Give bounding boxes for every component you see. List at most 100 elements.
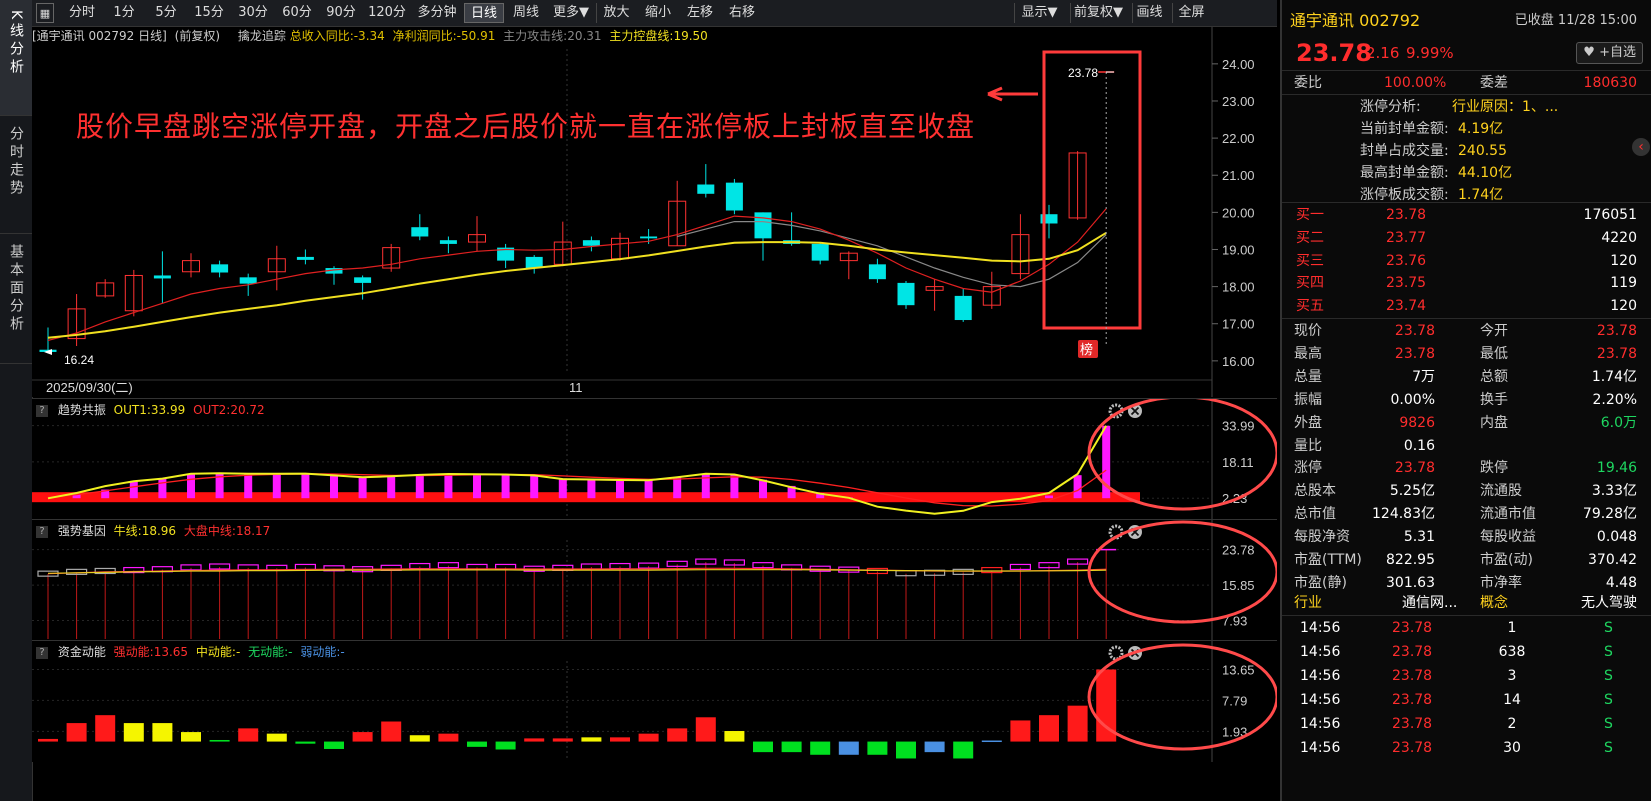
annotation-arrow-icon <box>987 86 1038 102</box>
chevron-left-icon[interactable]: ‹ <box>1632 138 1650 156</box>
industry-value[interactable]: 通信网... <box>1402 592 1457 615</box>
candle-body <box>897 282 915 306</box>
money-momentum-panel[interactable]: ? 资金动能 强动能:13.65 中动能:- 无动能:- 弱动能:- 13.65… <box>32 640 1277 762</box>
toolbar-right-item[interactable]: 全屏 <box>1172 3 1210 23</box>
strong-gene-panel[interactable]: ? 强势基因 牛线:18.96 大盘中线:18.17 23.78 15.85 7.9… <box>32 519 1277 640</box>
money-bar <box>695 717 716 742</box>
toolbar-item[interactable]: 1分 <box>104 3 144 23</box>
stat-value: 2.20% <box>1592 391 1637 408</box>
quote-panel: 通宇通讯 002792 已收盘 11/28 15:00 23.78 2.16 9… <box>1280 0 1651 801</box>
money-bar <box>552 738 573 742</box>
money-canvas[interactable]: 13.657.791.93 <box>32 641 1277 762</box>
strong-canvas[interactable]: 23.7815.857.93 <box>32 520 1277 640</box>
tick-volume: 14 <box>1503 692 1521 708</box>
bid-level-label: 买三 <box>1296 252 1324 269</box>
toolbar-item[interactable]: 分时 <box>62 3 102 23</box>
trend-resonance-panel[interactable]: ? 趋势共振 OUT1:33.99 OUT2:20.72 33.99 18.11 2… <box>32 398 1277 519</box>
bid-row[interactable]: 买四 23.75 119 <box>1282 272 1651 295</box>
bid-volume: 120 <box>1610 252 1637 269</box>
bid-price: 23.77 <box>1386 229 1427 246</box>
kline-chart-panel[interactable]: [通宇通讯 002792 日线] (前复权) 擒龙追踪 总收入同比:-3.34 … <box>32 27 1277 397</box>
ma-grey <box>677 221 1107 288</box>
ma-red <box>47 208 1107 341</box>
trend-bar <box>187 474 195 499</box>
trend-bar <box>244 473 253 499</box>
tick-price: 23.78 <box>1392 644 1433 660</box>
tick-side: S <box>1604 692 1613 708</box>
stat-value: 1.74亿 <box>1591 368 1637 385</box>
stat-value: 23.78 <box>1394 460 1435 477</box>
tick-side: S <box>1604 620 1613 636</box>
stat-value: 0.048 <box>1596 529 1637 546</box>
toolbar-item[interactable]: 多分钟 <box>412 3 462 23</box>
stat-label: 今开 <box>1480 323 1508 339</box>
toolbar-right-item[interactable]: 显示▼ <box>1014 3 1064 23</box>
stat-label: 每股净资 <box>1294 529 1350 546</box>
date-left: 2025/09/30(二) <box>46 380 133 395</box>
axis-tick-label: 18.11 <box>1222 455 1254 470</box>
bid-row[interactable]: 买二 23.77 4220 <box>1282 227 1651 250</box>
price-tick-label: 16.00 <box>1222 354 1255 369</box>
max-price-label: 23.78 <box>1068 66 1098 80</box>
toolbar-item[interactable]: 更多▼ <box>548 3 594 23</box>
toolbar-item[interactable]: 60分 <box>276 3 318 23</box>
stat-value: 23.78 <box>1596 323 1637 339</box>
toolbar-item[interactable]: 左移 <box>680 3 720 23</box>
toolbar-item[interactable]: 日线 <box>464 3 504 23</box>
toolbar-item[interactable]: 90分 <box>320 3 362 23</box>
money-bar <box>181 732 201 742</box>
money-bar <box>1039 715 1059 742</box>
toolbar-item[interactable]: 15分 <box>188 3 230 23</box>
zt-reason[interactable]: 行业原因：1、... <box>1452 96 1558 119</box>
bid-row[interactable]: 买三 23.76 120 <box>1282 250 1651 273</box>
stat-value: 19.46 <box>1596 460 1637 477</box>
trend-bar <box>415 475 424 499</box>
zt-row-value: 44.10亿 <box>1458 165 1513 181</box>
candle-body <box>411 227 429 237</box>
candle-body <box>211 264 229 273</box>
price-change-pct: 9.99% <box>1406 44 1454 62</box>
nav-fundamentals[interactable]: 基本面分析 <box>0 234 32 364</box>
toolbar-right-item[interactable]: 画线 <box>1132 3 1166 23</box>
money-bar <box>781 741 802 753</box>
stat-value: 0.00% <box>1390 391 1435 408</box>
toolbar-item[interactable]: 30分 <box>232 3 274 23</box>
stat-row: 每股净资 5.31 每股收益 0.048 <box>1282 526 1651 549</box>
money-bar <box>810 741 831 755</box>
toolbar-right-item[interactable]: 前复权▼ <box>1070 3 1126 23</box>
price-change: 2.16 <box>1366 44 1400 62</box>
money-bar <box>467 741 487 747</box>
toolbar-item[interactable]: 5分 <box>146 3 186 23</box>
trend-bar <box>473 474 481 499</box>
kline-canvas[interactable]: 24.00 23.00 22.00 21.00 20.00 19.00 18.00 17.00… <box>32 27 1277 397</box>
concept-value[interactable]: 无人驾驶 <box>1581 592 1637 615</box>
toolbar-item[interactable]: 放大 <box>596 3 636 23</box>
weicha-label: 委差 <box>1480 75 1508 91</box>
stat-label: 振幅 <box>1294 391 1322 408</box>
toolbar-item[interactable]: 120分 <box>364 3 410 23</box>
money-bar <box>724 731 745 742</box>
trend-canvas[interactable]: 33.9918.112.23 <box>32 399 1277 519</box>
grid-menu-icon[interactable]: ▦ <box>36 3 54 23</box>
money-bar <box>209 739 230 742</box>
add-favorite-label: +自选 <box>1599 45 1636 60</box>
trade-tick-row: 14:56 23.78 3 S <box>1282 665 1651 688</box>
nav-label: 基本面分析 <box>8 244 24 334</box>
add-favorite-button[interactable]: ♥ +自选 <box>1576 42 1643 64</box>
money-bar <box>924 741 945 753</box>
bid-row[interactable]: 买五 23.74 120 <box>1282 295 1651 318</box>
toolbar-item[interactable]: 周线 <box>506 3 546 23</box>
bid-row[interactable]: 买一 23.78 176051 <box>1282 204 1651 227</box>
toolbar-item[interactable]: 右移 <box>722 3 762 23</box>
nav-kline-analysis[interactable]: K线分析 <box>0 0 32 116</box>
stat-value: 0.16 <box>1403 437 1435 454</box>
date-mid: 11 <box>569 380 583 395</box>
highlight-ellipse <box>1087 643 1277 751</box>
trend-bar <box>558 478 567 499</box>
zt-row: 最高封单金额: 44.10亿 <box>1282 162 1651 185</box>
toolbar-item[interactable]: 缩小 <box>638 3 678 23</box>
money-bar <box>38 738 58 742</box>
nav-intraday[interactable]: 分时走势 <box>0 116 32 234</box>
stat-value: 822.95 <box>1386 552 1435 568</box>
bid-price: 23.74 <box>1386 298 1427 315</box>
